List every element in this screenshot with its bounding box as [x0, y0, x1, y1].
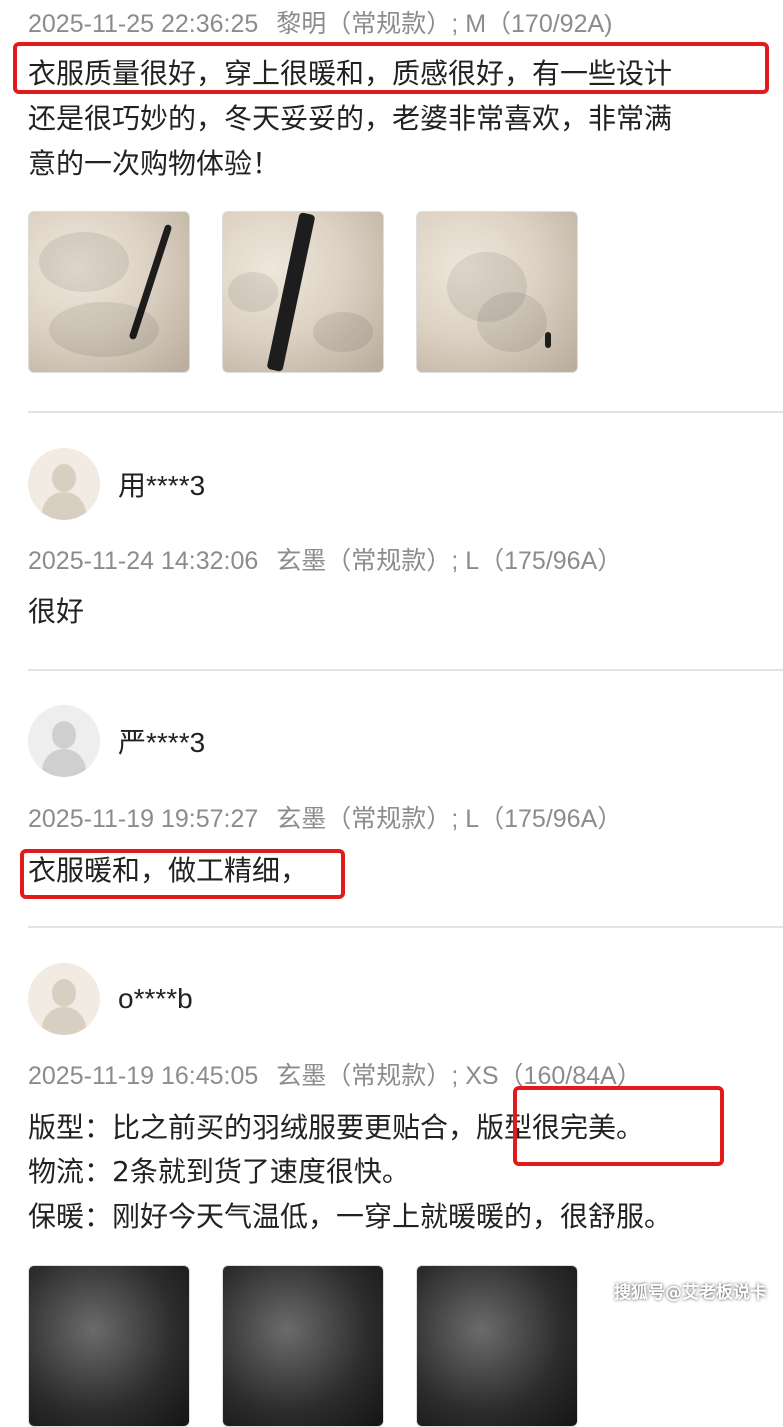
highlight-box [13, 42, 769, 94]
avatar [28, 448, 100, 520]
divider [28, 669, 783, 671]
review-text-line: 还是很巧妙的，冬天妥妥的，老婆非常喜欢，非常满 [28, 102, 673, 135]
review-meta: 2025-11-24 14:32:06 玄墨（常规款）; L（175/96A） [28, 547, 623, 575]
review-photo[interactable] [416, 211, 578, 373]
highlight-box [513, 1086, 724, 1166]
review-meta: 2025-11-19 19:57:27 玄墨（常规款）; L（175/96A） [28, 805, 623, 833]
review-text-line: 很好 [28, 595, 85, 628]
review-photo[interactable] [28, 211, 190, 373]
watermark: 搜狐号@艾老板说卡 [614, 1283, 767, 1303]
avatar [28, 963, 100, 1035]
review-photos [28, 211, 578, 373]
divider [28, 411, 783, 413]
reviewer[interactable]: 严****3 [28, 705, 205, 777]
review-meta: 2025-11-25 22:36:25 黎明（常规款）; M（170/92A) [28, 10, 613, 38]
username: 用****3 [118, 470, 206, 501]
review-text-line: 保暖：刚好今天气温低，一穿上就暖暖的，很舒服。 [28, 1200, 673, 1233]
divider [28, 926, 783, 928]
reviewer[interactable]: 用****3 [28, 448, 205, 520]
review-photo[interactable] [416, 1265, 578, 1427]
review-photos [28, 1265, 578, 1427]
username: 严****3 [118, 727, 206, 758]
highlight-box [20, 849, 345, 899]
review-text-line: 物流：2条就到货了速度很快。 [28, 1155, 410, 1188]
review-photo[interactable] [28, 1265, 190, 1427]
review-photo[interactable] [222, 211, 384, 373]
username: o****b [118, 983, 193, 1014]
review-photo[interactable] [222, 1265, 384, 1427]
reviewer[interactable]: o****b [28, 963, 193, 1035]
avatar [28, 705, 100, 777]
review-text-line: 意的一次购物体验！ [28, 147, 281, 180]
